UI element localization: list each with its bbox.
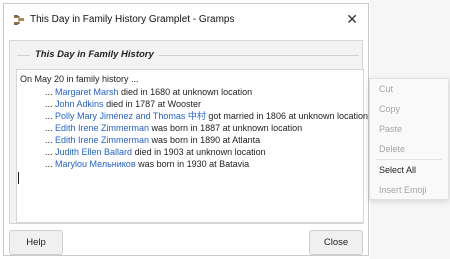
line-text: died in 1680 at unknown location: [118, 87, 253, 97]
menu-item-cut[interactable]: Cut: [370, 79, 448, 99]
menu-item-delete[interactable]: Delete: [370, 139, 448, 159]
history-line: ... Margaret Marsh died in 1680 at unkno…: [45, 86, 368, 98]
context-menu: Cut Copy Paste Delete Select All Insert …: [369, 78, 449, 200]
line-text: died in 1787 at Wooster: [103, 99, 201, 109]
close-window-button[interactable]: ✕: [346, 12, 358, 26]
line-prefix: ...: [45, 99, 56, 109]
history-line: ... John Adkins died in 1787 at Wooster: [45, 98, 368, 110]
gramps-tree-icon: [14, 15, 24, 25]
menu-item-paste[interactable]: Paste: [370, 119, 448, 139]
menu-item-insert-emoji[interactable]: Insert Emoji: [370, 180, 448, 200]
person-link[interactable]: Edith Irene Zimmerman: [55, 123, 149, 133]
family-link[interactable]: Polly Mary Jiménez and Thomas 中村: [55, 111, 206, 121]
gramplet-window: This Day in Family History Gramplet - Gr…: [3, 3, 369, 256]
history-line: ... Edith Irene Zimmerman was born in 18…: [45, 134, 368, 146]
line-text: was born in 1890 at Atlanta: [149, 135, 261, 145]
frame-title: This Day in Family History: [30, 49, 159, 60]
history-text-view[interactable]: On May 20 in family history ... ... Marg…: [16, 69, 368, 223]
line-text: was born in 1887 at unknown location: [149, 123, 303, 133]
line-text: died in 1903 at unknown location: [132, 147, 266, 157]
history-lines: ... Margaret Marsh died in 1680 at unkno…: [45, 86, 368, 170]
history-line: ... Marylou Мельников was born in 1930 a…: [45, 158, 368, 170]
title-bar[interactable]: This Day in Family History Gramplet - Gr…: [4, 4, 368, 34]
help-button[interactable]: Help: [9, 230, 63, 255]
text-cursor: [18, 172, 19, 184]
line-prefix: ...: [45, 147, 56, 157]
history-line: ... Judith Ellen Ballard died in 1903 at…: [45, 146, 368, 158]
close-button[interactable]: Close: [309, 230, 363, 255]
line-text: was born in 1930 at Batavia: [135, 159, 250, 169]
line-text: got married in 1806 at unknown location: [205, 111, 369, 121]
person-link[interactable]: John Adkins: [55, 99, 104, 109]
line-prefix: ...: [45, 135, 56, 145]
history-line: ... Polly Mary Jiménez and Thomas 中村 got…: [45, 110, 368, 122]
person-link[interactable]: Margaret Marsh: [55, 87, 119, 97]
line-prefix: ...: [45, 87, 56, 97]
history-line: ... Edith Irene Zimmerman was born in 18…: [45, 122, 368, 134]
person-link[interactable]: Judith Ellen Ballard: [55, 147, 132, 157]
line-prefix: ...: [45, 123, 56, 133]
menu-item-copy[interactable]: Copy: [370, 99, 448, 119]
gramplet-panel: This Day in Family History On May 20 in …: [9, 40, 368, 224]
window-title: This Day in Family History Gramplet - Gr…: [30, 14, 235, 25]
line-prefix: ...: [45, 111, 56, 121]
menu-item-select-all[interactable]: Select All: [370, 160, 448, 180]
person-link[interactable]: Marylou Мельников: [55, 159, 136, 169]
line-prefix: ...: [45, 159, 56, 169]
intro-text: On May 20 in family history ...: [20, 74, 139, 84]
person-link[interactable]: Edith Irene Zimmerman: [55, 135, 149, 145]
